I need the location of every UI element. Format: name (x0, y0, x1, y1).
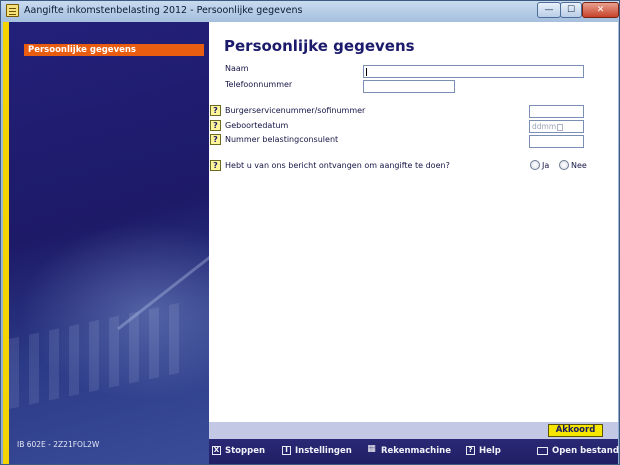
text-cursor (366, 68, 367, 76)
calculator-icon: ▦ (367, 444, 376, 454)
help-label: Help (479, 446, 501, 456)
instellingen-button[interactable]: I Instellingen (282, 444, 352, 458)
page-title: Persoonlijke gegevens (224, 37, 415, 55)
consulent-input[interactable] (529, 135, 584, 148)
instellingen-label: Instellingen (295, 446, 352, 456)
application-window: Aangifte inkomstenbelasting 2012 - Perso… (0, 0, 620, 465)
radio-nee-label: Nee (571, 161, 587, 170)
help-button[interactable]: ? Help (466, 444, 501, 458)
bsn-label: Burgerservicenummer/sofinummer (225, 106, 366, 115)
geboortedatum-input[interactable]: ddmm (529, 120, 584, 133)
form-version-label: IB 602E - 2Z21FOL2W (17, 440, 100, 449)
rekenmachine-button[interactable]: ▦ Rekenmachine (366, 444, 451, 458)
help-icon[interactable]: ? (210, 120, 221, 131)
folder-icon (537, 446, 548, 455)
telefoon-input[interactable] (363, 80, 455, 93)
form-panel: Persoonlijke gegevens Naam Telefoonnumme… (209, 22, 618, 422)
footer-toolbar: X Stoppen I Instellingen ▦ Rekenmachine ? He… (209, 439, 619, 464)
open-bestand-label: Open bestand (552, 446, 619, 456)
maximize-button[interactable]: ☐ (560, 2, 582, 18)
akkoord-button[interactable]: Akkoord (548, 424, 603, 437)
radio-nee[interactable] (559, 160, 569, 170)
close-button[interactable]: ✕ (582, 2, 619, 18)
rekenmachine-label: Rekenmachine (381, 446, 451, 456)
aangifte-question-label: Hebt u van ons bericht ontvangen om aang… (225, 161, 450, 170)
calendar-icon[interactable] (557, 123, 564, 131)
help-icon[interactable]: ? (210, 105, 221, 116)
geboortedatum-placeholder: ddmm (532, 122, 557, 131)
window-title: Aangifte inkomstenbelasting 2012 - Perso… (24, 5, 303, 16)
sidebar-item-persoonlijke-gegevens[interactable]: Persoonlijke gegevens (24, 44, 204, 56)
consulent-label: Nummer belastingconsulent (225, 135, 339, 144)
geboortedatum-label: Geboortedatum (225, 121, 289, 130)
bsn-input[interactable] (529, 105, 584, 118)
minimize-button[interactable]: — (537, 2, 561, 18)
radio-ja[interactable] (530, 160, 540, 170)
stoppen-label: Stoppen (225, 446, 266, 456)
telefoon-label: Telefoonnummer (225, 80, 293, 89)
help-icon[interactable]: ? (210, 160, 221, 171)
help-icon[interactable]: ? (210, 134, 221, 145)
help-icon: ? (466, 446, 475, 455)
app-document-icon (6, 4, 19, 17)
stop-icon: X (212, 446, 221, 455)
radio-ja-label: Ja (542, 161, 550, 170)
naam-input[interactable] (363, 65, 584, 78)
action-strip: Akkoord (209, 422, 618, 439)
stoppen-button[interactable]: X Stoppen (212, 444, 265, 458)
naam-label: Naam (225, 64, 249, 73)
settings-icon: I (282, 446, 291, 455)
title-bar[interactable]: Aangifte inkomstenbelasting 2012 - Perso… (1, 1, 619, 21)
sidebar: Persoonlijke gegevens IB 602E - 2Z21FOL2… (3, 22, 209, 464)
open-bestand-button[interactable]: Open bestand (537, 444, 619, 458)
